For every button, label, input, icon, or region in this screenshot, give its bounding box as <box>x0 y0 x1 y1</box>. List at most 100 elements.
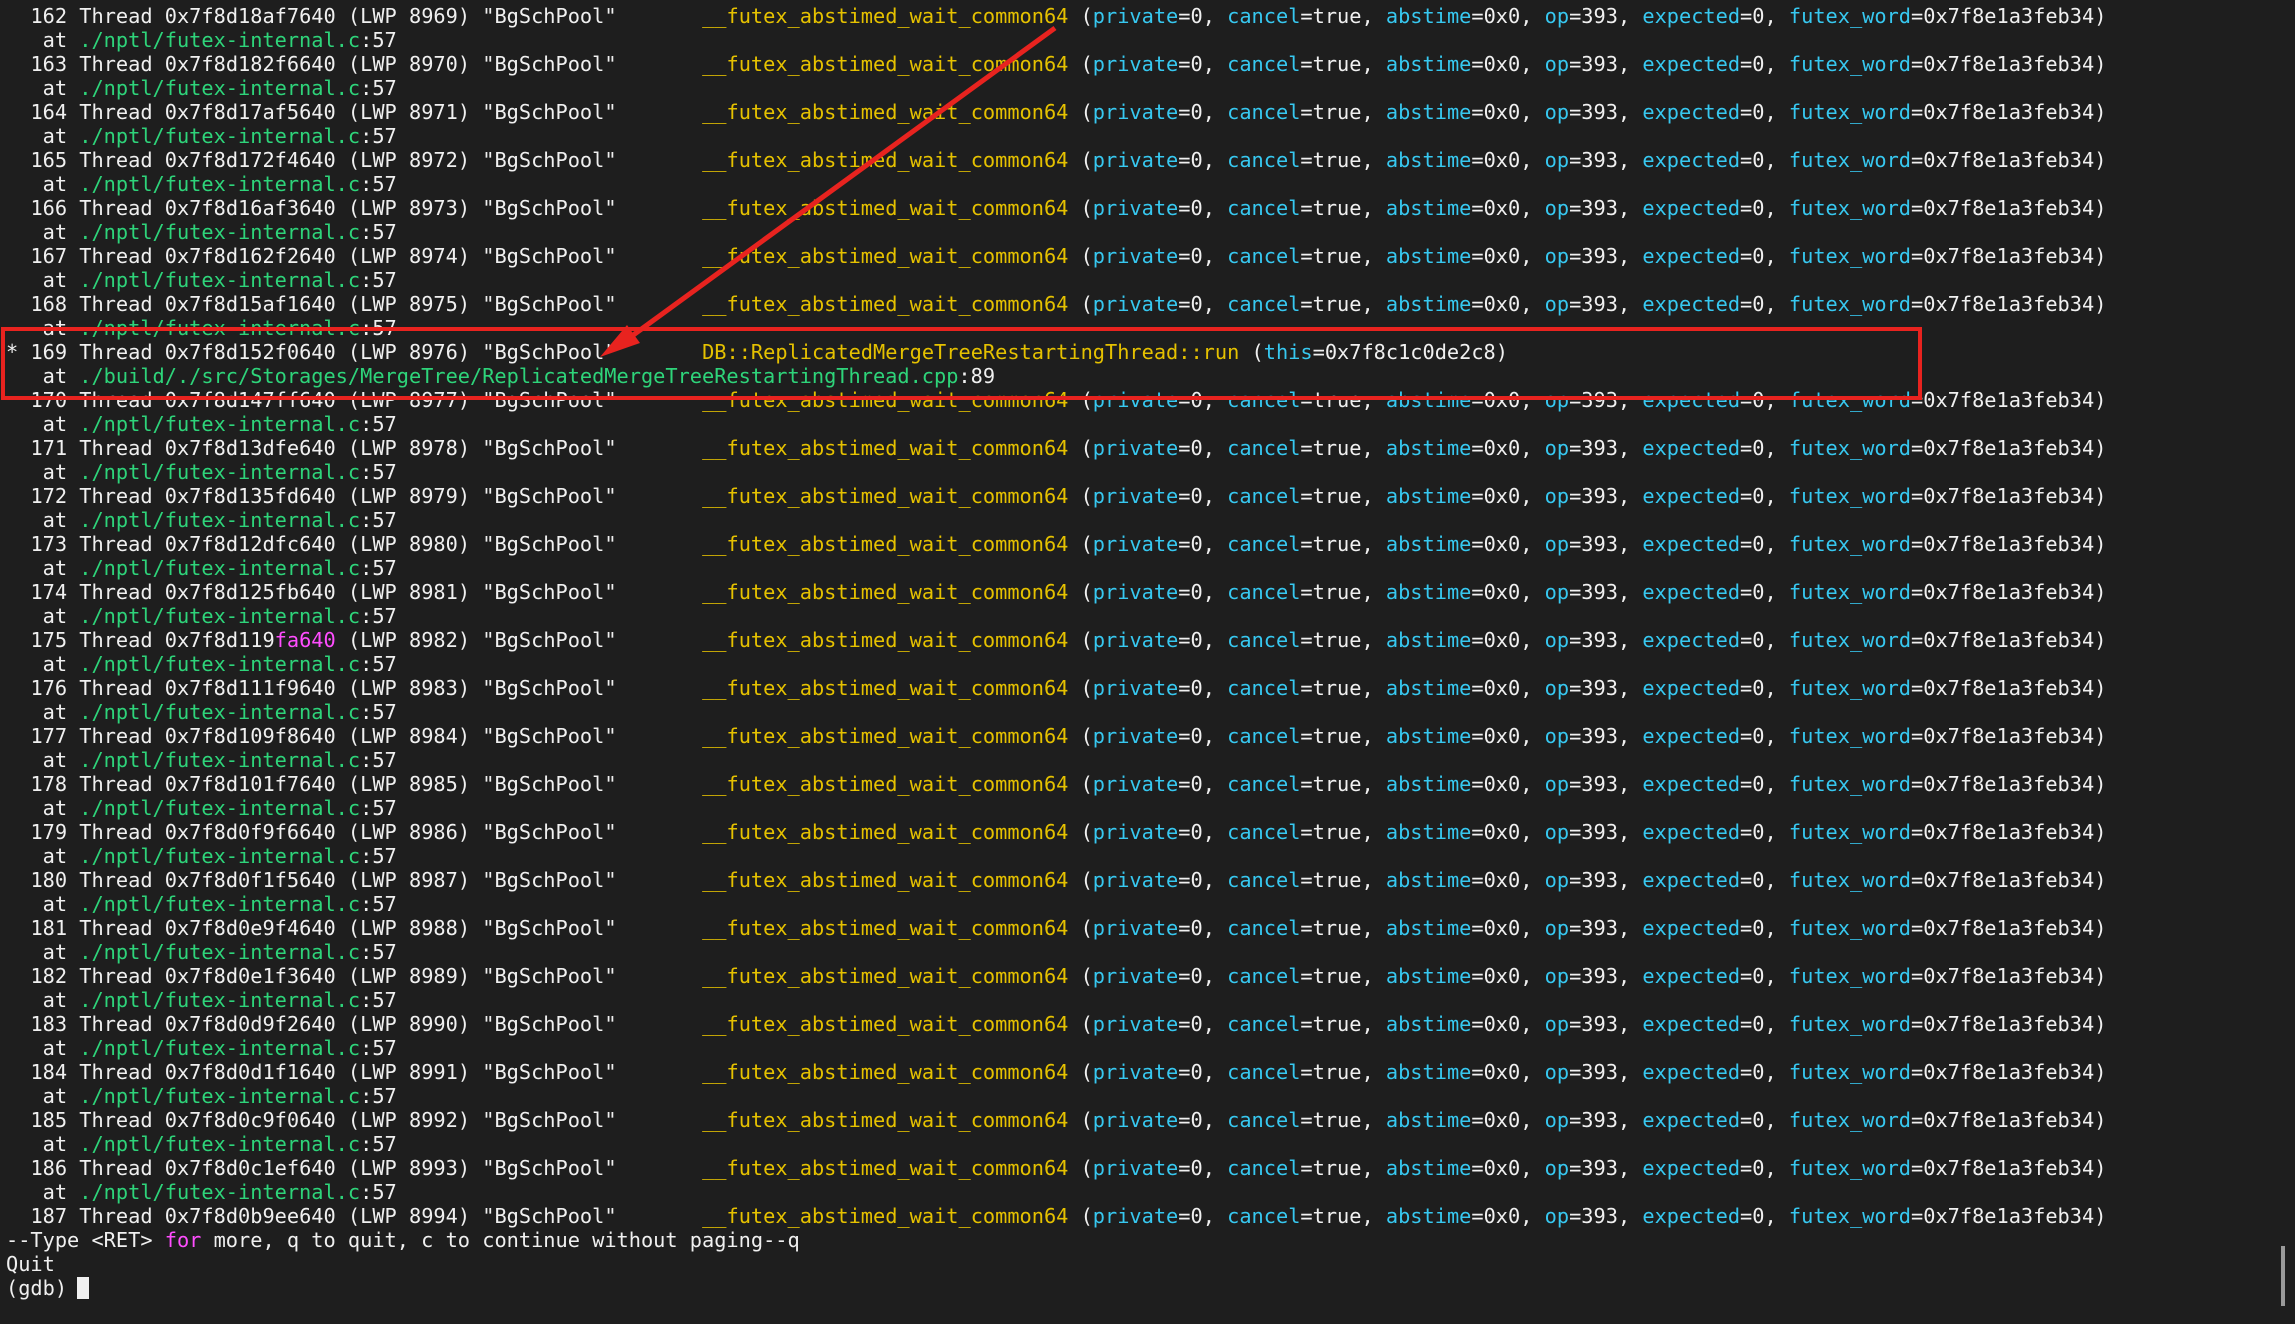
thread-id: 178 <box>30 772 68 796</box>
arg-value: 393 <box>1581 388 1618 412</box>
source-file: ./nptl/futex-internal.c <box>79 988 361 1012</box>
thread-line: 163 Thread 0x7f8d182f6640 (LWP 8970) "Bg… <box>6 52 2106 76</box>
current-thread-marker <box>6 772 18 796</box>
gdb-terminal[interactable]: 162 Thread 0x7f8d18af7640 (LWP 8969) "Bg… <box>0 0 2270 1324</box>
frame-function: __futex_abstimed_wait_common64 <box>702 292 1069 316</box>
arg-value: 0x0 <box>1483 628 1521 652</box>
arg-name: futex_word <box>1788 4 1912 28</box>
thread-address: 0x7f8d182f6640 <box>164 52 336 76</box>
arg-name: private <box>1092 532 1179 556</box>
lwp-number: 8973 <box>408 196 458 220</box>
arg-value: 0x0 <box>1483 244 1521 268</box>
thread-name: "BgSchPool" <box>482 868 617 892</box>
arg-value: 0 <box>1190 484 1203 508</box>
arg-value: 0 <box>1752 628 1765 652</box>
arg-value: true <box>1312 1012 1362 1036</box>
source-file: ./nptl/futex-internal.c <box>79 76 361 100</box>
thread-name: "BgSchPool" <box>482 292 617 316</box>
thread-line: 164 Thread 0x7f8d17af5640 (LWP 8971) "Bg… <box>6 100 2106 124</box>
arg-name: private <box>1092 1204 1179 1228</box>
arg-name: op <box>1544 292 1570 316</box>
frame-function: __futex_abstimed_wait_common64 <box>702 916 1069 940</box>
frame-function: __futex_abstimed_wait_common64 <box>702 820 1069 844</box>
thread-line: 174 Thread 0x7f8d125fb640 (LWP 8981) "Bg… <box>6 580 2106 604</box>
arg-value: true <box>1312 1204 1362 1228</box>
thread-line: 182 Thread 0x7f8d0e1f3640 (LWP 8989) "Bg… <box>6 964 2106 988</box>
thread-name: "BgSchPool" <box>482 1204 617 1228</box>
source-file: ./nptl/futex-internal.c <box>79 604 361 628</box>
arg-name: abstime <box>1385 532 1472 556</box>
thread-id: 181 <box>30 916 68 940</box>
source-line: 57 <box>372 556 397 580</box>
scrollbar-thumb[interactable] <box>2281 1246 2285 1306</box>
thread-name: "BgSchPool" <box>482 580 617 604</box>
arg-name: expected <box>1642 532 1741 556</box>
thread-name: "BgSchPool" <box>482 4 617 28</box>
arg-name: private <box>1092 628 1179 652</box>
arg-name: cancel <box>1227 1108 1301 1132</box>
arg-name: expected <box>1642 628 1741 652</box>
source-location-line: at ./nptl/futex-internal.c:57 <box>6 76 397 100</box>
thread-address: 0x7f8d0c9f0640 <box>164 1108 336 1132</box>
source-location-line: at ./nptl/futex-internal.c:57 <box>6 700 397 724</box>
source-location-line: at ./nptl/futex-internal.c:57 <box>6 844 397 868</box>
source-location-line: at ./nptl/futex-internal.c:57 <box>6 1180 397 1204</box>
lwp-number: 8980 <box>408 532 458 556</box>
source-line: 57 <box>372 28 397 52</box>
thread-name: "BgSchPool" <box>482 100 617 124</box>
arg-value: 0 <box>1752 244 1765 268</box>
thread-line: 172 Thread 0x7f8d135fd640 (LWP 8979) "Bg… <box>6 484 2106 508</box>
arg-name: op <box>1544 1108 1570 1132</box>
arg-value: 0x7f8e1a3feb34 <box>1923 484 2095 508</box>
terminal-scrollbar[interactable] <box>2270 0 2295 1324</box>
lwp-number: 8978 <box>408 436 458 460</box>
thread-name: "BgSchPool" <box>482 1156 617 1180</box>
arg-value: 0 <box>1190 4 1203 28</box>
source-location-line: at ./build/./src/Storages/MergeTree/Repl… <box>6 364 996 388</box>
arg-value: 0x0 <box>1483 820 1521 844</box>
arg-value: 0 <box>1752 52 1765 76</box>
thread-name: "BgSchPool" <box>482 1012 617 1036</box>
source-file: ./nptl/futex-internal.c <box>79 652 361 676</box>
source-file: ./nptl/futex-internal.c <box>79 412 361 436</box>
arg-value: 393 <box>1581 676 1618 700</box>
source-file: ./nptl/futex-internal.c <box>79 1180 361 1204</box>
current-thread-marker <box>6 1156 18 1180</box>
arg-value: 393 <box>1581 772 1618 796</box>
pager-prompt-prefix: --Type <RET> <box>6 1228 165 1252</box>
source-file: ./nptl/futex-internal.c <box>79 124 361 148</box>
thread-id: 172 <box>30 484 68 508</box>
source-line: 57 <box>372 1180 397 1204</box>
source-file: ./nptl/futex-internal.c <box>79 508 361 532</box>
arg-name: op <box>1544 868 1570 892</box>
current-thread-marker <box>6 292 18 316</box>
arg-name: cancel <box>1227 388 1301 412</box>
arg-value: 0 <box>1752 1012 1765 1036</box>
arg-name: futex_word <box>1788 196 1912 220</box>
source-file: ./nptl/futex-internal.c <box>79 700 361 724</box>
arg-value: 0 <box>1752 484 1765 508</box>
arg-value: 0 <box>1190 148 1203 172</box>
frame-function: __futex_abstimed_wait_common64 <box>702 244 1069 268</box>
arg-value: 0x0 <box>1483 1012 1521 1036</box>
gdb-prompt-line[interactable]: (gdb) <box>6 1276 79 1300</box>
arg-value: 393 <box>1581 1156 1618 1180</box>
arg-value: 0 <box>1190 532 1203 556</box>
arg-name: cancel <box>1227 1012 1301 1036</box>
arg-value: 0x7f8e1a3feb34 <box>1923 436 2095 460</box>
arg-name: abstime <box>1385 1108 1472 1132</box>
arg-name: cancel <box>1227 628 1301 652</box>
thread-line: 170 Thread 0x7f8d147ff640 (LWP 8977) "Bg… <box>6 388 2106 412</box>
arg-name: abstime <box>1385 724 1472 748</box>
source-location-line: at ./nptl/futex-internal.c:57 <box>6 796 397 820</box>
arg-name: abstime <box>1385 820 1472 844</box>
current-thread-marker <box>6 1108 18 1132</box>
arg-value: 0 <box>1752 148 1765 172</box>
thread-name: "BgSchPool" <box>482 388 617 412</box>
arg-name: abstime <box>1385 676 1472 700</box>
current-thread-marker <box>6 244 18 268</box>
frame-function: __futex_abstimed_wait_common64 <box>702 676 1069 700</box>
arg-name: op <box>1544 484 1570 508</box>
source-file: ./nptl/futex-internal.c <box>79 796 361 820</box>
arg-value: 0 <box>1752 1108 1765 1132</box>
